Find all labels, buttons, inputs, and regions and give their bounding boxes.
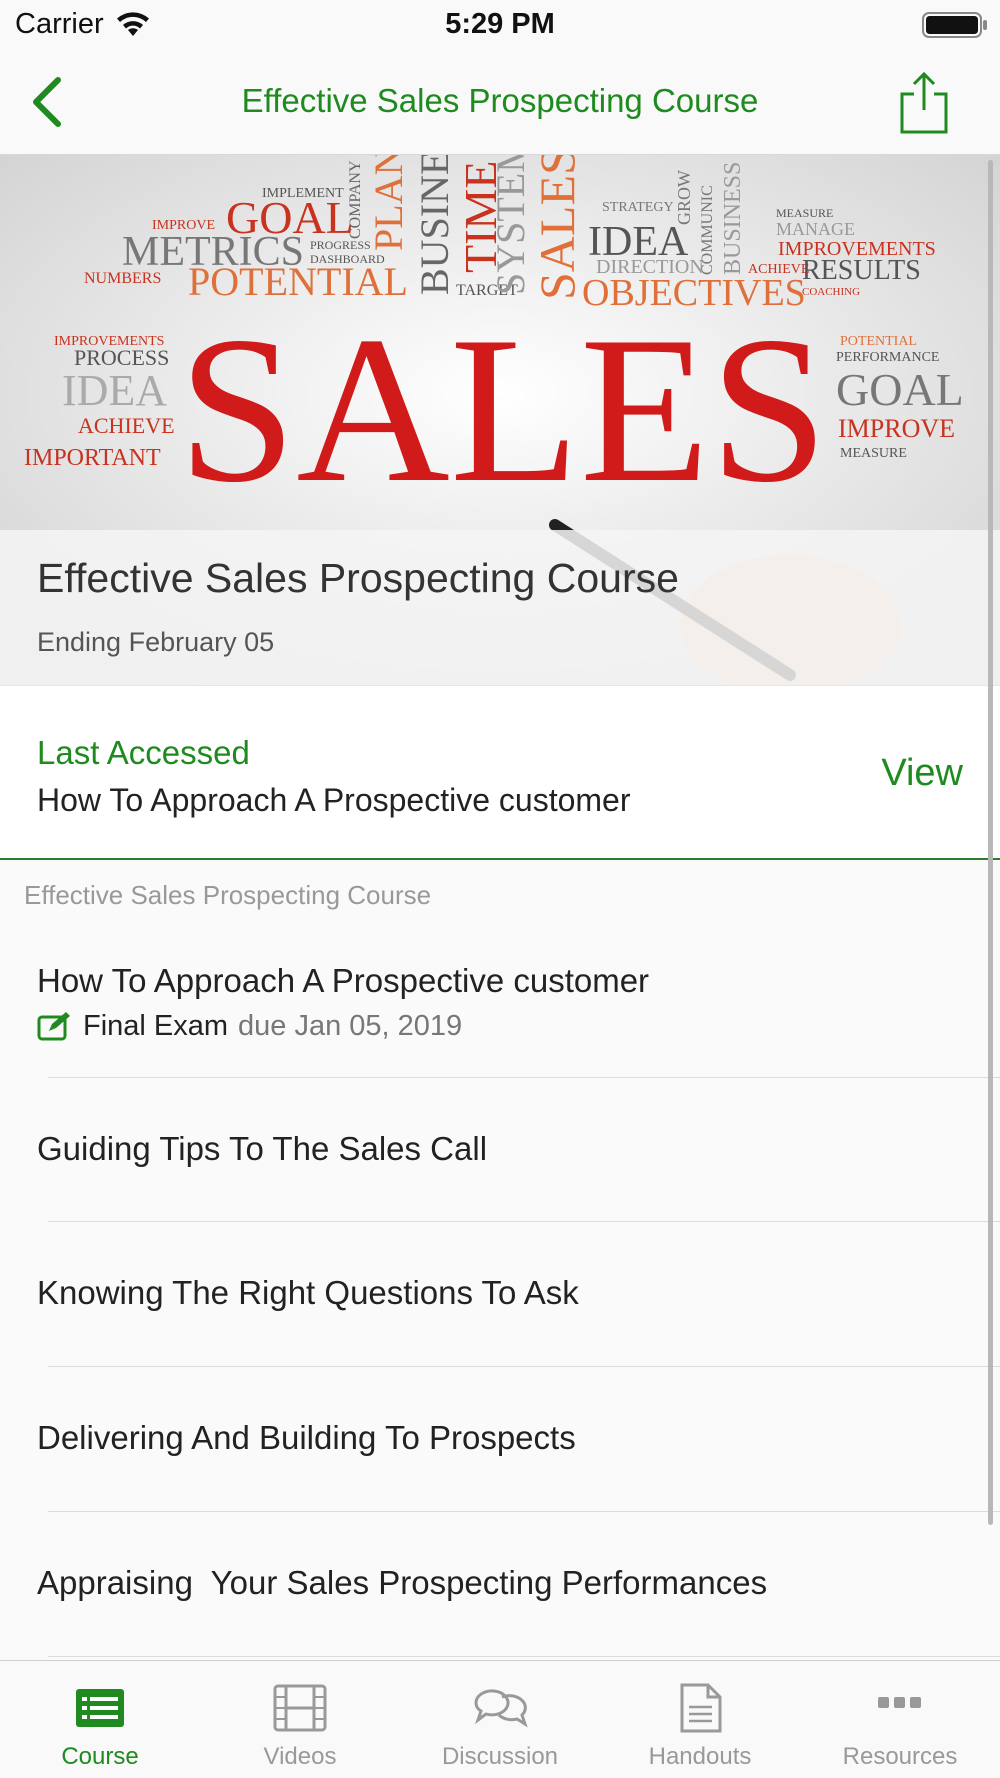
lesson-row[interactable]: Appraising Your Sales Prospecting Perfor… [0, 1512, 1000, 1657]
word-sales-main: SALES [178, 294, 828, 526]
last-accessed-card[interactable]: Last Accessed How To Approach A Prospect… [0, 685, 1000, 860]
navigation-bar: Effective Sales Prospecting Course [0, 50, 1000, 155]
word-progress: PROGRESS [310, 238, 371, 252]
scrollbar[interactable] [988, 160, 993, 1525]
status-time: 5:29 PM [445, 8, 555, 40]
hero-caption-overlay [0, 530, 1000, 685]
film-icon [273, 1684, 327, 1732]
word-dashboard: DASHBOARD [310, 252, 385, 266]
word-important: IMPORTANT [24, 445, 161, 471]
course-list-icon [76, 1689, 124, 1727]
exam-name: Final Exam [83, 1010, 229, 1042]
word-idea-left: IDEA [62, 366, 167, 415]
word-achieve-top: ACHIEVE [748, 262, 809, 277]
battery-icon [922, 12, 987, 38]
share-icon[interactable] [900, 70, 948, 134]
word-achieve-left: ACHIEVE [78, 413, 175, 438]
lesson-row[interactable]: Delivering And Building To Prospects [0, 1367, 1000, 1512]
tab-videos[interactable]: Videos [200, 1661, 400, 1778]
more-dots-icon [878, 1697, 921, 1708]
exam-due-date: due Jan 05, 2019 [238, 1010, 463, 1042]
tab-label: Discussion [441, 1743, 559, 1770]
word-communic: COMMUNIC [699, 185, 716, 275]
tab-course[interactable]: Course [0, 1661, 200, 1778]
lesson-row[interactable]: How To Approach A Prospective customer F… [0, 930, 1000, 1078]
tab-label: Resources [842, 1743, 958, 1770]
tab-label: Handouts [648, 1743, 752, 1770]
tab-label: Course [61, 1743, 139, 1770]
lesson-title: Delivering And Building To Prospects [37, 1419, 576, 1456]
word-busine: BUSINE [412, 155, 457, 295]
lesson-title: How To Approach A Prospective customer [37, 962, 650, 999]
section-header: Effective Sales Prospecting Course [24, 880, 432, 910]
tab-bar: Course Videos Discussion Handouts Resour… [0, 1660, 1000, 1778]
word-potential-right: POTENTIAL [840, 334, 917, 349]
word-improve: IMPROVE [152, 218, 215, 233]
view-button[interactable]: View [881, 752, 963, 795]
word-measure-top: MEASURE [776, 206, 833, 220]
word-business: BUSINESS [720, 162, 746, 275]
word-measure-right: MEASURE [840, 446, 907, 461]
tab-resources[interactable]: Resources [800, 1661, 1000, 1778]
tab-handouts[interactable]: Handouts [600, 1661, 800, 1778]
lesson-title: Appraising Your Sales Prospecting Perfor… [37, 1564, 768, 1601]
status-bar: Carrier 5:29 PM [0, 0, 1000, 50]
word-numbers: NUMBERS [84, 270, 161, 287]
word-improve-right: IMPROVE [838, 414, 955, 443]
exam-info: Final Exam due Jan 05, 2019 [37, 1010, 462, 1043]
lesson-title: Guiding Tips To The Sales Call [37, 1130, 488, 1167]
last-accessed-lesson: How To Approach A Prospective customer [37, 782, 631, 818]
word-company: COMPANY [347, 160, 364, 239]
nav-title: Effective Sales Prospecting Course [241, 82, 759, 119]
word-strategy: STRATEGY [602, 200, 674, 215]
last-accessed-label: Last Accessed [37, 734, 250, 771]
course-end-date: Ending February 05 [37, 627, 275, 657]
lesson-row[interactable]: Knowing The Right Questions To Ask [0, 1222, 1000, 1367]
word-performance: PERFORMANCE [836, 350, 939, 365]
course-title: Effective Sales Prospecting Course [37, 555, 679, 601]
lesson-title: Knowing The Right Questions To Ask [37, 1274, 579, 1311]
course-hero: IMPLEMENT GOAL METRICS IMPROVE NUMBERS P… [0, 155, 1000, 685]
lesson-row[interactable]: Guiding Tips To The Sales Call [0, 1078, 1000, 1222]
word-results: RESULTS [802, 255, 921, 286]
edit-icon [37, 1011, 70, 1040]
tab-discussion[interactable]: Discussion [400, 1661, 600, 1778]
chat-bubbles-icon [474, 1689, 528, 1728]
tab-label: Videos [263, 1743, 337, 1770]
back-chevron-icon[interactable] [26, 74, 66, 130]
word-manage: MANAGE [776, 219, 855, 239]
word-system: SYSTEM [488, 155, 533, 295]
word-goal-right: GOAL [836, 364, 964, 415]
word-plan: PLAN [366, 155, 411, 251]
document-icon [680, 1683, 722, 1733]
word-grow: GROW [674, 170, 694, 225]
word-sales-small: SALES [529, 155, 585, 300]
row-divider [48, 1656, 1000, 1657]
